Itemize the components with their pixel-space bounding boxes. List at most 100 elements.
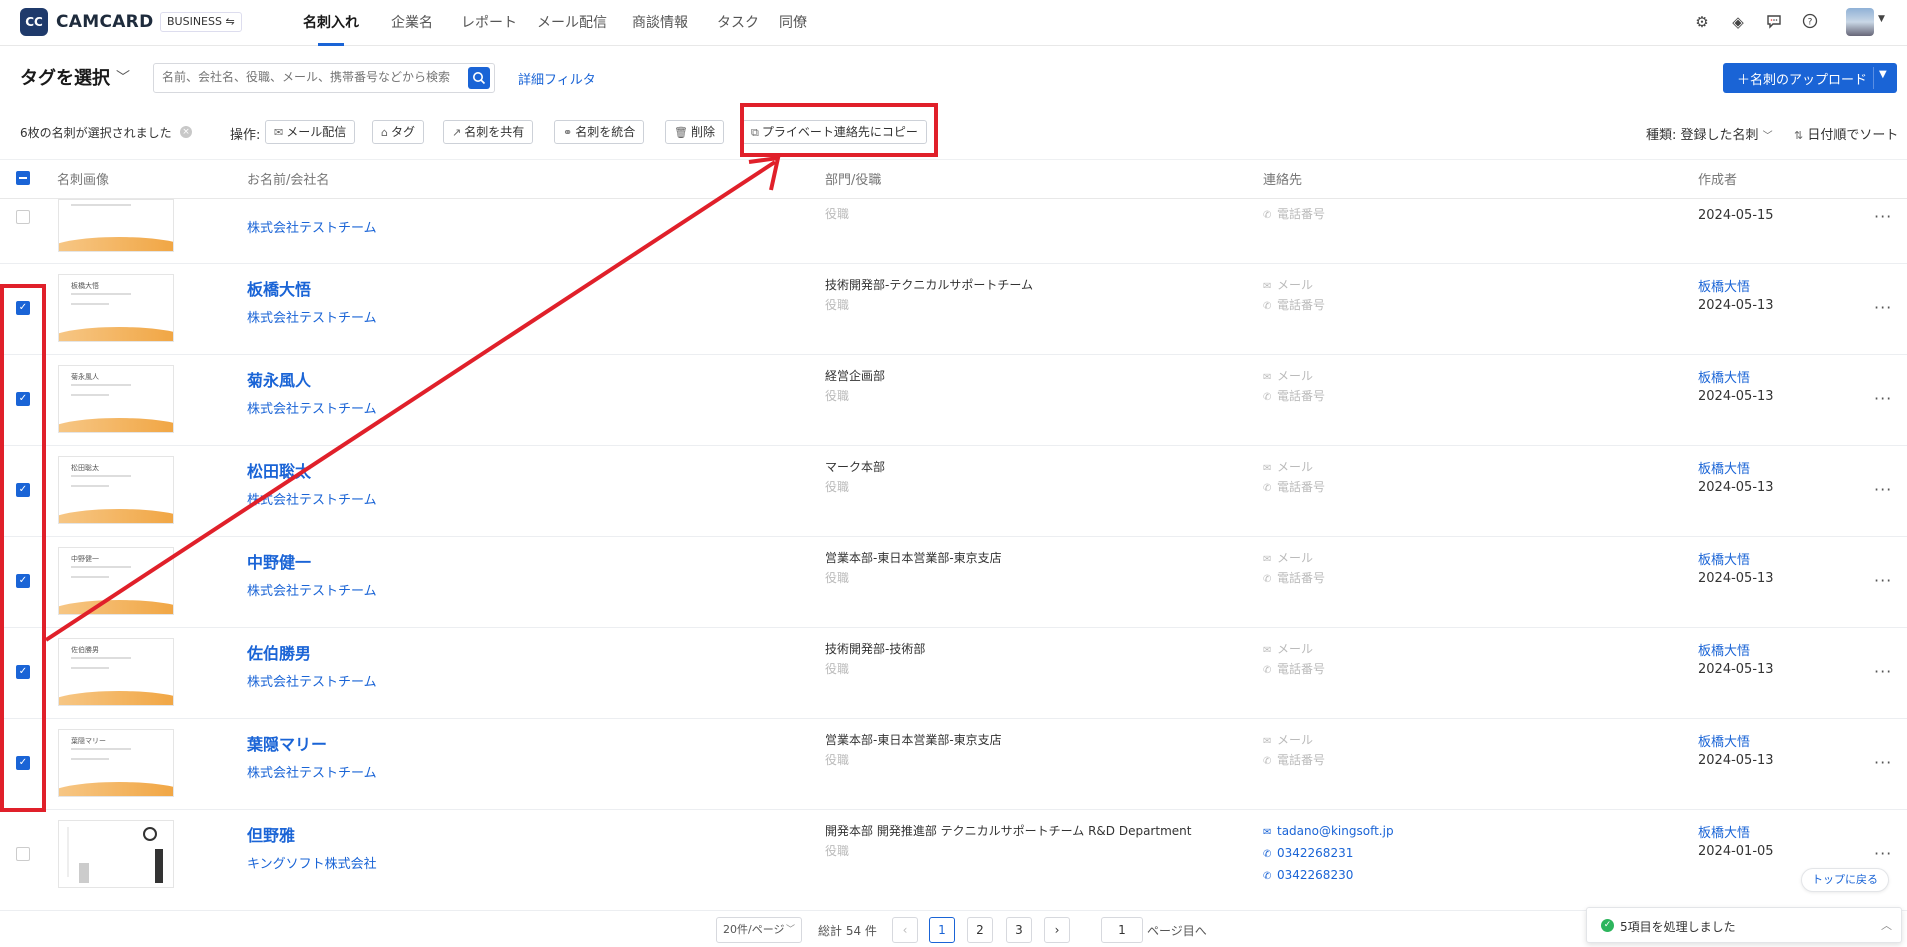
gear-icon[interactable]: ⚙ <box>1693 13 1711 31</box>
company-link[interactable]: キングソフト株式会社 <box>247 853 377 872</box>
creator-link[interactable]: 板橋大悟 <box>1698 822 1750 841</box>
nav-reports[interactable]: レポート <box>461 12 517 32</box>
row-divider <box>0 354 1907 355</box>
chevron-down-icon[interactable]: ﹀ <box>116 67 130 87</box>
contact-name-link[interactable]: 但野雅 <box>247 822 295 846</box>
created-date: 2024-05-15 <box>1698 208 1774 223</box>
nav-deals[interactable]: 商談情報 <box>632 12 688 32</box>
creator-link[interactable]: 板橋大悟 <box>1698 367 1750 386</box>
layers-icon[interactable]: ◈ <box>1729 13 1747 31</box>
contact-name-link[interactable]: 中野健一 <box>247 549 311 573</box>
company-link[interactable]: 株式会社テストチーム <box>247 217 377 236</box>
row-divider <box>0 536 1907 537</box>
title-placeholder: 役職 <box>825 480 850 494</box>
upload-card-button[interactable]: ＋名刺のアップロード ▼ <box>1723 63 1897 93</box>
clear-selection-icon[interactable]: × <box>180 126 192 138</box>
page-jump-input[interactable]: 1 <box>1101 917 1143 943</box>
page-2-button[interactable]: 2 <box>967 917 993 943</box>
sort-type-select[interactable]: 種類: 登録した名刺 ﹀ <box>1646 124 1773 143</box>
nav-mail-delivery[interactable]: メール配信 <box>537 12 607 32</box>
camcard-logo[interactable]: CC <box>20 8 48 36</box>
chat-icon[interactable] <box>1765 13 1783 31</box>
company-link[interactable]: 株式会社テストチーム <box>247 580 377 599</box>
share-card-button[interactable]: ↗ 名刺を共有 <box>443 120 534 144</box>
phone-icon: ✆ <box>1263 665 1272 676</box>
company-link[interactable]: 株式会社テストチーム <box>247 307 377 326</box>
business-card-thumbnail[interactable] <box>58 820 174 888</box>
nav-colleagues[interactable]: 同僚 <box>779 12 807 32</box>
chevron-down-icon[interactable]: ▼ <box>1879 69 1887 80</box>
phone-text: 電話番号 <box>1277 480 1326 494</box>
nav-tasks[interactable]: タスク <box>717 12 759 32</box>
mail-delivery-button[interactable]: ✉ メール配信 <box>265 120 356 144</box>
mail-icon: ✉ <box>1263 372 1272 383</box>
row-checkbox[interactable] <box>16 210 30 224</box>
more-icon[interactable]: ··· <box>1874 298 1892 317</box>
help-icon[interactable]: ? <box>1801 13 1819 31</box>
company-link[interactable]: 株式会社テストチーム <box>247 398 377 417</box>
tag-button[interactable]: ⌂ タグ <box>372 120 424 144</box>
select-all-checkbox[interactable] <box>16 171 30 185</box>
creator-link[interactable]: 板橋大悟 <box>1698 549 1750 568</box>
chevron-down-icon[interactable]: ▼ <box>1878 14 1885 24</box>
search-icon[interactable] <box>468 67 490 89</box>
chevron-up-icon[interactable]: ︿ <box>1881 917 1892 933</box>
company-link[interactable]: 株式会社テストチーム <box>247 762 377 781</box>
more-icon[interactable]: ··· <box>1874 480 1892 499</box>
company-link[interactable]: 株式会社テストチーム <box>247 671 377 690</box>
business-card-thumbnail[interactable]: 佐伯勝男 <box>58 638 174 706</box>
business-card-thumbnail[interactable]: 松田聡太 <box>58 456 174 524</box>
tag-icon: ⌂ <box>381 126 388 139</box>
card-name-text: 松田聡太 <box>71 464 99 472</box>
more-icon[interactable]: ··· <box>1874 844 1892 863</box>
department-text: 開発本部 開発推進部 テクニカルサポートチーム R&D Department <box>825 824 1192 838</box>
business-card-thumbnail[interactable] <box>58 199 174 252</box>
business-card-thumbnail[interactable]: 葉隠マリー <box>58 729 174 797</box>
search-input[interactable] <box>162 70 462 84</box>
contact-name-link[interactable]: 葉隠マリー <box>247 731 327 755</box>
tag-select[interactable]: タグを選択 <box>20 64 110 90</box>
page-size-select[interactable]: 20件/ページ ﹀ <box>716 917 802 943</box>
email-placeholder: ✉ メール <box>1263 458 1313 475</box>
more-icon[interactable]: ··· <box>1874 753 1892 772</box>
contact-name-link[interactable]: 板橋大悟 <box>247 276 311 300</box>
more-icon[interactable]: ··· <box>1874 571 1892 590</box>
business-card-thumbnail[interactable]: 板橋大悟 <box>58 274 174 342</box>
phone-icon: ✆ <box>1263 574 1272 585</box>
more-icon[interactable]: ··· <box>1874 207 1892 226</box>
created-date: 2024-05-13 <box>1698 298 1774 313</box>
company-link[interactable]: 株式会社テストチーム <box>247 489 377 508</box>
contact-name-link[interactable]: 佐伯勝男 <box>247 640 311 664</box>
user-avatar[interactable] <box>1846 8 1874 36</box>
advanced-filter-link[interactable]: 詳細フィルタ <box>518 69 596 88</box>
phone-link[interactable]: ✆ 0342268231 <box>1263 846 1353 860</box>
prev-page-button[interactable]: ‹ <box>892 917 918 943</box>
created-date: 2024-01-05 <box>1698 844 1774 859</box>
contact-name-link[interactable]: 松田聡太 <box>247 458 311 482</box>
creator-link[interactable]: 板橋大悟 <box>1698 640 1750 659</box>
next-page-button[interactable]: › <box>1044 917 1070 943</box>
business-card-thumbnail[interactable]: 中野健一 <box>58 547 174 615</box>
header-contact: 連絡先 <box>1263 173 1303 188</box>
nav-companies[interactable]: 企業名 <box>391 12 433 32</box>
contact-name-link[interactable]: 菊永風人 <box>247 367 311 391</box>
back-to-top-button[interactable]: トップに戻る <box>1801 868 1889 892</box>
more-icon[interactable]: ··· <box>1874 389 1892 408</box>
row-checkbox[interactable] <box>16 847 30 861</box>
creator-link[interactable]: 板橋大悟 <box>1698 276 1750 295</box>
sort-date-button[interactable]: ⇅ 日付順でソート <box>1794 124 1898 143</box>
phone-link[interactable]: ✆ 0342268230 <box>1263 868 1353 882</box>
creator-link[interactable]: 板橋大悟 <box>1698 731 1750 750</box>
page-3-button[interactable]: 3 <box>1006 917 1032 943</box>
edition-switch[interactable]: BUSINESS ⇋ <box>160 12 242 32</box>
more-icon[interactable]: ··· <box>1874 662 1892 681</box>
creator-link[interactable]: 板橋大悟 <box>1698 458 1750 477</box>
page-1-button[interactable]: 1 <box>929 917 955 943</box>
nav-card-box[interactable]: 名刺入れ <box>303 12 359 32</box>
annotation-highlight-box <box>740 103 938 157</box>
merge-card-button[interactable]: ⚭ 名刺を統合 <box>554 120 645 144</box>
email-link[interactable]: ✉ tadano@kingsoft.jp <box>1263 824 1394 838</box>
business-card-thumbnail[interactable]: 菊永風人 <box>58 365 174 433</box>
email-placeholder: ✉ メール <box>1263 549 1313 566</box>
delete-button[interactable]: 🗑 削除 <box>665 120 724 144</box>
